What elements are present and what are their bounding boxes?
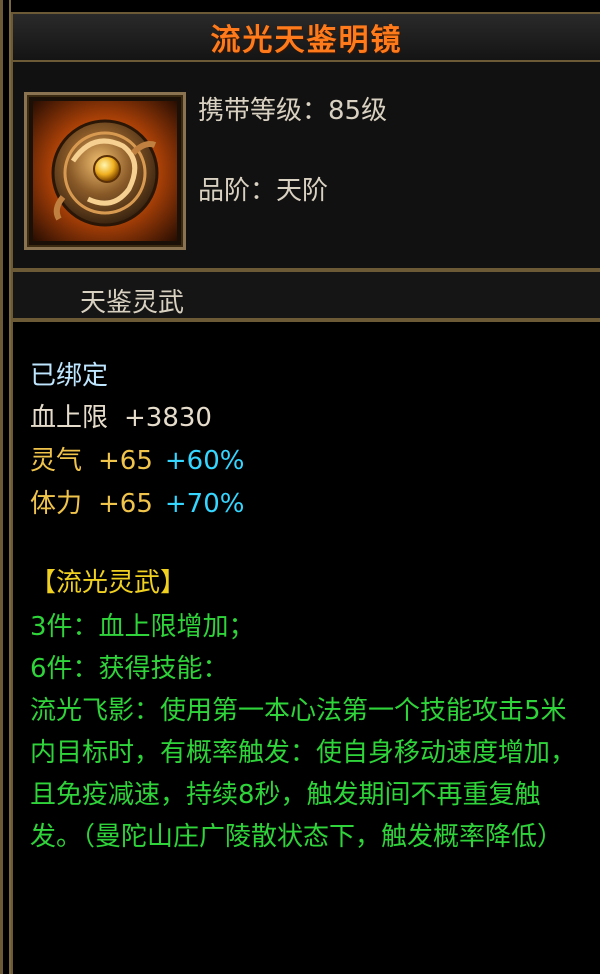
stat-tili: 体力 +65 +70% xyxy=(30,483,244,520)
stat-percent: +60% xyxy=(164,446,245,476)
stat-name: 体力 xyxy=(30,489,83,519)
stat-name: 灵气 xyxy=(30,446,83,476)
bound-status: 已绑定 xyxy=(30,361,109,391)
stat-value: +65 xyxy=(98,446,153,476)
set-bonus-6: 6件：获得技能： xyxy=(30,654,229,684)
set-name: 天鉴灵武 xyxy=(80,288,185,318)
item-grade: 品阶：天阶 xyxy=(198,176,329,206)
outer-border-left xyxy=(0,0,3,974)
hp-value: +3830 xyxy=(124,403,212,433)
set-bonus-3: 3件：血上限增加； xyxy=(30,612,255,642)
hp-stat: 血上限 +3830 xyxy=(30,397,212,434)
hp-label: 血上限 xyxy=(30,403,109,433)
carry-level: 携带等级：85级 xyxy=(198,96,388,126)
skill-description: 流光飞影：使用第一本心法第一个技能攻击5米内目标时，有概率触发：使自身移动速度增… xyxy=(30,696,577,852)
title-bar: 流光天鉴明镜 xyxy=(11,12,600,62)
item-tooltip: 流光天鉴明镜 携带等级：85级 品阶：天阶 天鉴灵武 已绑定 血上限 +3830… xyxy=(0,0,600,974)
item-title: 流光天鉴明镜 xyxy=(210,23,403,58)
item-icon-frame xyxy=(24,92,186,250)
stat-value: +65 xyxy=(98,489,153,519)
set-bonus-title: 【流光灵武】 xyxy=(30,568,187,598)
bronze-mirror-icon xyxy=(33,101,177,241)
stat-percent: +70% xyxy=(164,489,245,519)
stat-lingqi: 灵气 +65 +60% xyxy=(30,440,244,477)
